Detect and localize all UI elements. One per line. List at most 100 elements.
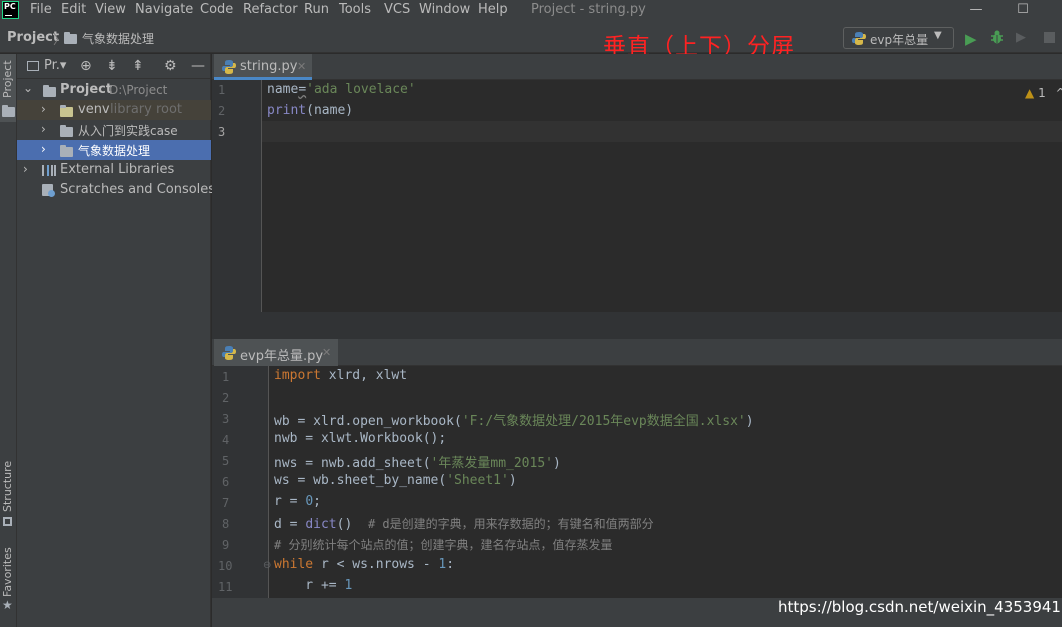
inspection-warning-indicator[interactable]: ▲ 1 ^ xyxy=(1025,86,1062,100)
chevron-right-icon: › xyxy=(41,122,46,136)
tool-window-structure-button[interactable]: Structure xyxy=(0,455,16,527)
tree-item-venv[interactable]: › venv library root xyxy=(17,100,211,120)
warning-icon: ▲ xyxy=(1025,86,1035,100)
menu-view[interactable]: View xyxy=(95,2,126,17)
tool-window-structure-label: Structure xyxy=(1,460,14,512)
line-number: 6 xyxy=(222,475,230,489)
tab-label: string.py xyxy=(240,59,298,74)
menu-help[interactable]: Help xyxy=(478,2,508,17)
warning-count: 1 xyxy=(1038,86,1046,100)
library-icon xyxy=(42,165,56,176)
menu-tools[interactable]: Tools xyxy=(339,2,371,17)
tree-item-label: 气象数据处理 xyxy=(78,144,151,158)
line-number: 2 xyxy=(222,391,230,405)
editor-tab-bar xyxy=(212,339,1062,366)
menu-file[interactable]: File xyxy=(30,2,52,17)
python-file-icon xyxy=(222,60,236,74)
stop-icon[interactable] xyxy=(1044,32,1055,43)
structure-icon xyxy=(3,517,12,526)
code-line[interactable]: wb = xlrd.open_workbook('F:/气象数据处理/2015年… xyxy=(274,410,754,429)
breadcrumb-project[interactable]: Project xyxy=(7,30,59,45)
tree-item-label: External Libraries xyxy=(60,162,175,177)
line-number: 1 xyxy=(218,83,226,97)
maximize-icon[interactable]: ☐ xyxy=(1011,0,1035,20)
pycharm-logo-icon: PC xyxy=(2,1,19,19)
run-configuration-label: evp年总量 xyxy=(870,33,929,47)
line-number: 4 xyxy=(222,433,230,447)
chevron-up-icon[interactable]: ^ xyxy=(1056,86,1062,100)
tool-window-favorites-button[interactable]: Favorites ★ xyxy=(0,540,16,620)
line-number: 9 xyxy=(222,538,230,552)
locate-file-icon[interactable]: ⊕ xyxy=(80,58,92,74)
code-line[interactable]: r = 0; xyxy=(274,494,321,509)
python-icon xyxy=(852,32,866,45)
close-icon[interactable]: ✕ xyxy=(297,60,306,73)
chevron-right-icon: › xyxy=(41,102,46,116)
tree-item-folder[interactable]: › 从入门到实践case xyxy=(17,120,211,140)
menu-navigate[interactable]: Navigate xyxy=(135,2,193,17)
tree-item-scratches[interactable]: Scratches and Consoles xyxy=(17,180,215,200)
collapse-all-icon[interactable]: ⇞ xyxy=(132,58,144,74)
tree-item-hint: library root xyxy=(110,102,183,117)
line-number: 7 xyxy=(222,496,230,510)
line-number: 10 xyxy=(218,559,233,573)
line-number: 3 xyxy=(222,412,230,426)
code-line[interactable]: d = dict() # d是创建的字典，用来存数据的；有键名和值两部分 xyxy=(274,515,654,532)
menu-vcs[interactable]: VCS xyxy=(384,2,410,17)
code-line[interactable]: ws = wb.sheet_by_name('Sheet1') xyxy=(274,473,517,488)
editor-split-divider[interactable] xyxy=(212,312,1062,339)
gear-icon[interactable]: ⚙ xyxy=(164,58,177,74)
fold-icon[interactable]: ⊖ xyxy=(263,560,271,571)
tree-item-label: Project xyxy=(60,82,113,97)
code-line[interactable]: print(name) xyxy=(267,103,353,118)
minimize-icon[interactable]: — xyxy=(964,0,988,20)
folder-icon xyxy=(64,32,77,44)
expand-all-icon[interactable]: ⇟ xyxy=(106,58,118,74)
chevron-right-icon: › xyxy=(23,162,28,176)
debug-icon[interactable] xyxy=(989,29,1005,45)
tab-string-py[interactable]: string.py ✕ xyxy=(214,54,312,80)
line-number: 3 xyxy=(218,125,226,139)
code-line[interactable]: nws = nwb.add_sheet('年蒸发量mm_2015') xyxy=(274,452,561,471)
code-line[interactable]: while r < ws.nrows - 1: xyxy=(274,557,454,572)
run-with-coverage-icon[interactable]: ▶ xyxy=(1016,30,1026,45)
code-line[interactable]: name='ada lovelace' xyxy=(267,82,416,97)
folder-icon xyxy=(43,85,56,97)
watermark-text: https://blog.csdn.net/weixin_43539412 xyxy=(778,598,1062,616)
project-view-select[interactable]: Pr.▾ xyxy=(44,58,66,73)
tool-window-project-button[interactable]: Project xyxy=(0,54,16,122)
scratches-badge-icon xyxy=(48,190,55,197)
tool-window-favorites-label: Favorites xyxy=(1,547,14,597)
chevron-right-icon: › xyxy=(41,142,46,156)
code-line[interactable]: r += 1 xyxy=(274,578,352,593)
menu-refactor[interactable]: Refactor xyxy=(243,2,298,17)
tab-evp-py[interactable]: evp年总量.py ✕ xyxy=(214,339,338,366)
tree-item-project-root[interactable]: ⌄ Project D:\Project xyxy=(17,80,211,100)
code-line[interactable]: import xlrd, xlwt xyxy=(274,368,407,383)
menu-code[interactable]: Code xyxy=(200,2,233,17)
close-icon[interactable]: ✕ xyxy=(322,346,331,359)
tree-item-folder-selected[interactable]: › 气象数据处理 xyxy=(17,140,211,160)
breadcrumb-folder[interactable]: 气象数据处理 xyxy=(82,30,154,47)
menu-run[interactable]: Run xyxy=(304,2,329,17)
line-number: 5 xyxy=(222,454,230,468)
menu-window[interactable]: Window xyxy=(419,2,470,17)
editor-tab-bar xyxy=(212,54,1062,80)
current-line-highlight xyxy=(262,121,1062,142)
project-view-icon xyxy=(27,61,39,71)
line-number: 2 xyxy=(218,104,226,118)
tree-item-external-libraries[interactable]: › External Libraries xyxy=(17,160,211,180)
code-line[interactable]: nwb = xlwt.Workbook(); xyxy=(274,431,446,446)
tree-item-label: 从入门到实践case xyxy=(78,124,178,138)
tree-item-label: venv xyxy=(78,102,110,117)
run-icon[interactable]: ▶ xyxy=(965,30,977,48)
folder-icon xyxy=(2,105,15,117)
code-line[interactable]: # 分别统计每个站点的值；创建字典，建名存站点，值存蒸发量 xyxy=(274,536,612,553)
tree-item-label: Scratches and Consoles xyxy=(60,182,216,197)
hide-panel-icon[interactable]: — xyxy=(191,58,205,74)
tab-label: evp年总量.py xyxy=(240,349,324,364)
menu-edit[interactable]: Edit xyxy=(61,2,86,17)
python-file-icon xyxy=(222,346,236,360)
chevron-down-icon: ▼ xyxy=(934,30,942,41)
folder-icon xyxy=(60,125,73,137)
